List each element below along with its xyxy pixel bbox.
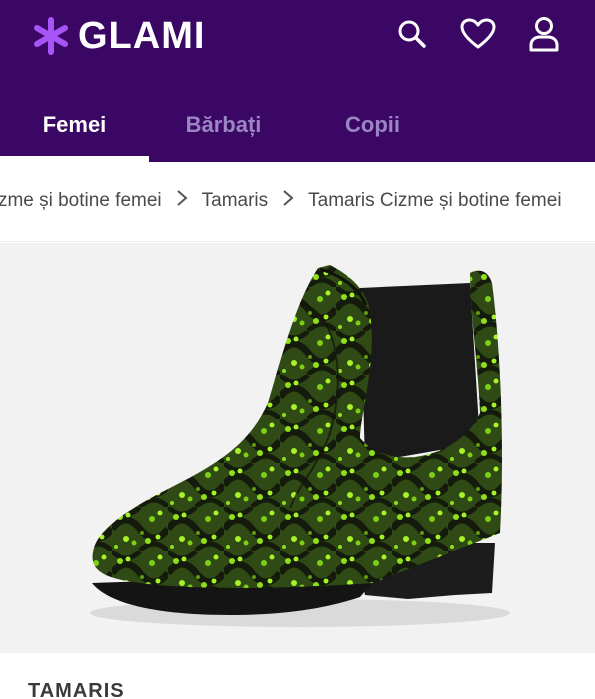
category-tabs: Femei Bărbați Copii (0, 88, 595, 162)
product-image-area[interactable] (0, 243, 595, 653)
favorites-button[interactable] (458, 14, 498, 54)
logo-text: GLAMI (78, 15, 206, 57)
search-button[interactable] (392, 14, 432, 54)
chevron-right-icon (268, 189, 308, 213)
product-brand[interactable]: TAMARIS (28, 680, 125, 699)
account-button[interactable] (524, 14, 564, 54)
asterisk-star-icon (34, 17, 68, 55)
tab-femei[interactable]: Femei (0, 88, 149, 162)
breadcrumb-item-current[interactable]: Tamaris Cizme și botine femei (308, 190, 561, 212)
product-image (90, 265, 510, 627)
tab-copii[interactable]: Copii (298, 88, 447, 162)
user-icon (529, 17, 559, 52)
breadcrumb: Cizme și botine femei Tamaris Tamaris Ci… (0, 162, 595, 242)
chevron-right-icon (162, 189, 202, 213)
search-icon (398, 20, 426, 48)
breadcrumb-item-boots[interactable]: Cizme și botine femei (0, 190, 162, 212)
heart-icon (460, 18, 496, 49)
glami-logo[interactable]: GLAMI (32, 14, 205, 58)
site-header: GLAMI Femei Bărbați Copii (0, 0, 595, 162)
tab-barbati[interactable]: Bărbați (149, 88, 298, 162)
breadcrumb-item-brand[interactable]: Tamaris (202, 190, 269, 212)
